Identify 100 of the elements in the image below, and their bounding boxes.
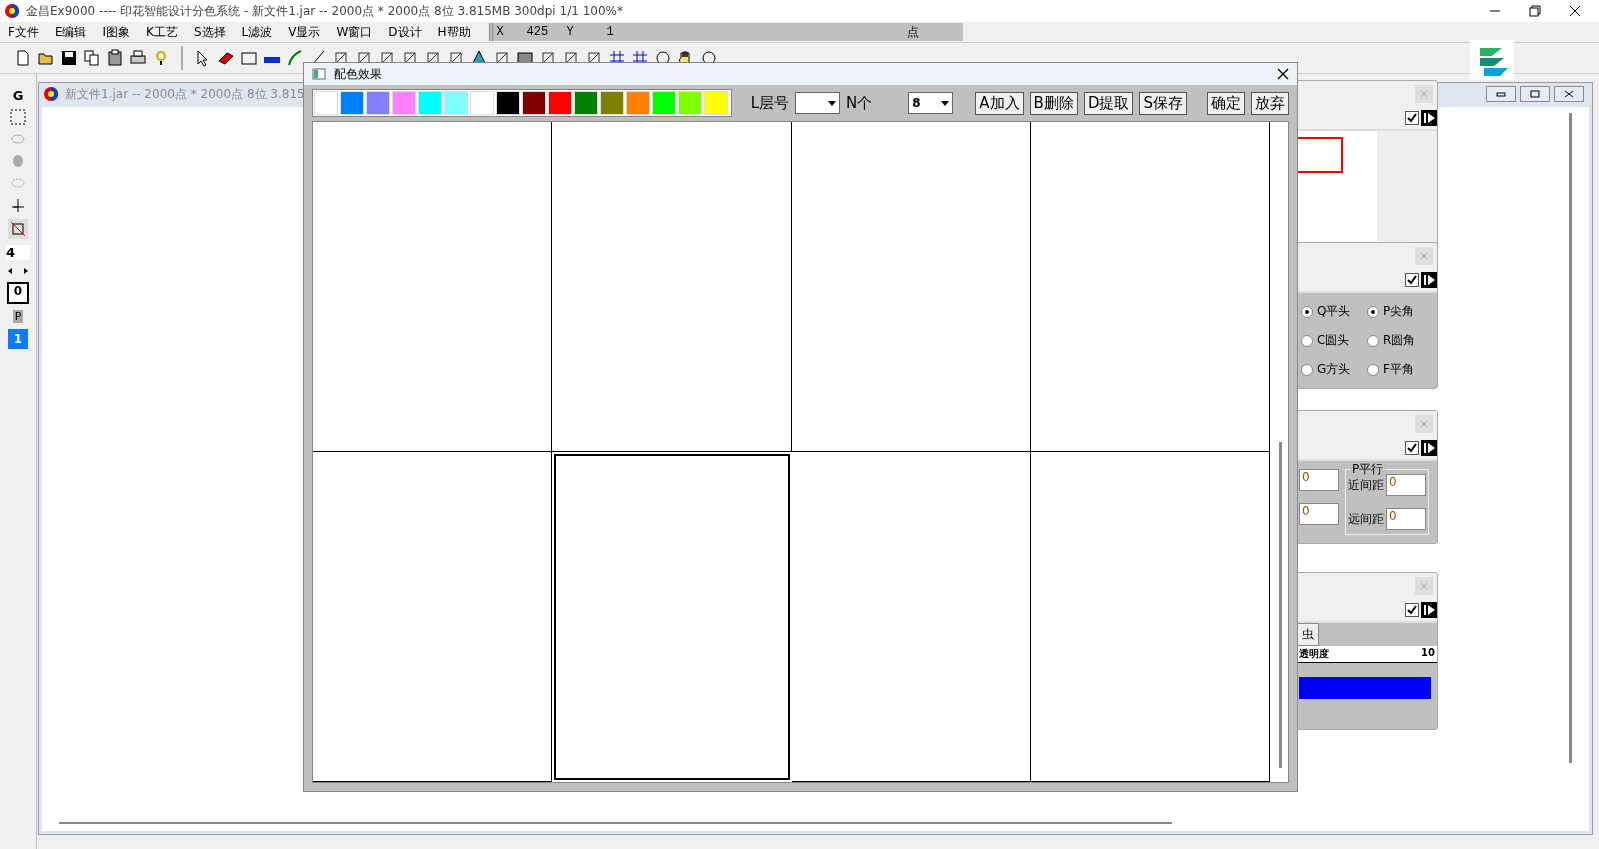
color-cell[interactable] [1030, 452, 1270, 782]
color-swatch[interactable] [314, 91, 340, 115]
field-label: 近间距 [1348, 476, 1384, 494]
menu-item[interactable]: V显示 [280, 23, 329, 41]
count-label: N个 [846, 93, 873, 113]
menu-item[interactable]: L滤波 [233, 23, 281, 41]
menu-item[interactable]: F文件 [0, 23, 47, 41]
color-swatch[interactable] [678, 91, 704, 115]
column-header: 10 [1421, 647, 1435, 660]
checkbox[interactable] [1405, 441, 1419, 455]
paste-icon[interactable] [106, 49, 124, 67]
dialog-icon [312, 68, 326, 80]
maximize-button[interactable] [1520, 86, 1550, 102]
menu-item[interactable]: S选择 [185, 23, 234, 41]
panel-tab[interactable]: 虫 [1297, 623, 1319, 646]
mode-label[interactable]: P [12, 310, 24, 323]
close-icon [1420, 252, 1428, 260]
radio-option[interactable]: F平角 [1367, 361, 1433, 378]
color-cell[interactable] [791, 452, 1031, 782]
dialog-button[interactable]: 确定 [1207, 91, 1245, 115]
color-swatch[interactable] [548, 91, 574, 115]
color-swatch[interactable] [600, 91, 626, 115]
x-value: 425 [526, 25, 550, 39]
scrollbar[interactable] [59, 822, 1172, 824]
menu-item[interactable]: E编辑 [46, 23, 95, 41]
group-label: P平行 [1350, 461, 1386, 478]
play-icon[interactable] [1421, 602, 1437, 618]
curve-icon[interactable] [286, 49, 304, 67]
minimize-button[interactable] [1486, 86, 1516, 102]
rectangle-icon[interactable] [240, 49, 258, 67]
dialog-button[interactable]: S保存 [1139, 91, 1187, 115]
input-field[interactable]: 0 [1386, 474, 1426, 496]
minimize-icon [1496, 91, 1506, 97]
color-swatch[interactable] [444, 91, 470, 115]
selection-icon[interactable] [10, 109, 26, 125]
app-logo-icon [1470, 40, 1514, 80]
color-swatch[interactable] [418, 91, 444, 115]
color-swatch[interactable] [496, 91, 522, 115]
maximize-icon [1530, 90, 1540, 98]
color-swatch[interactable] [652, 91, 678, 115]
input-field[interactable]: 0 [1299, 469, 1339, 491]
field-label: 远间距 [1348, 510, 1384, 528]
menu-item[interactable]: H帮助 [429, 23, 479, 41]
restore-icon[interactable] [1529, 5, 1541, 17]
dialog-button[interactable]: D提取 [1083, 91, 1134, 115]
document-icon [43, 86, 59, 102]
menu-item[interactable]: I图象 [94, 23, 139, 41]
color-cell[interactable] [313, 452, 553, 782]
color-swatch[interactable] [340, 91, 366, 115]
scrollbar[interactable] [1569, 113, 1572, 763]
dialog-button[interactable]: B删除 [1029, 91, 1078, 115]
dialog-button[interactable]: 放弃 [1251, 91, 1289, 115]
scrollbar[interactable] [1279, 442, 1282, 768]
save-icon[interactable] [60, 49, 78, 67]
size-value: 4 [6, 245, 30, 260]
checkbox[interactable] [1405, 603, 1419, 617]
y-value: 1 [606, 25, 615, 39]
close-icon [1420, 582, 1428, 590]
menu-item[interactable]: D设计 [380, 23, 430, 41]
color-swatch[interactable] [626, 91, 652, 115]
print-icon[interactable] [129, 49, 147, 67]
copy-icon[interactable] [83, 49, 101, 67]
tool-label[interactable]: G [12, 88, 24, 103]
layer-dropdown[interactable] [795, 92, 841, 114]
checkbox[interactable] [1405, 111, 1419, 125]
color-cell[interactable] [554, 454, 790, 780]
count-dropdown[interactable]: 8 [908, 92, 954, 114]
color-cell[interactable] [791, 122, 1031, 452]
menu-item[interactable]: W窗口 [328, 23, 381, 41]
menu-item[interactable]: K工艺 [138, 23, 186, 41]
color-swatch[interactable] [366, 91, 392, 115]
close-icon[interactable] [1277, 68, 1289, 80]
close-button[interactable] [1554, 86, 1584, 102]
color-cell[interactable] [1030, 122, 1270, 452]
radio-option[interactable]: P尖角 [1367, 303, 1433, 320]
color-cell[interactable] [552, 122, 792, 452]
input-field[interactable]: 0 [1386, 508, 1426, 530]
column-header: 透明度 [1299, 647, 1329, 661]
radio-option[interactable]: R圆角 [1367, 332, 1433, 349]
color-swatch[interactable] [522, 91, 548, 115]
new-file-icon[interactable] [14, 49, 32, 67]
color-swatch[interactable] [470, 91, 496, 115]
color-swatch[interactable] [574, 91, 600, 115]
close-icon[interactable] [1569, 5, 1581, 17]
crossed-square-icon[interactable] [8, 219, 28, 239]
dialog-button[interactable]: A加入 [975, 91, 1024, 115]
input-field[interactable]: 0 [1299, 503, 1339, 525]
y-label: Y [566, 25, 575, 39]
play-icon[interactable] [1421, 272, 1437, 288]
layer-value: 0 [7, 282, 29, 304]
x-label: X [495, 25, 505, 39]
checkbox[interactable] [1405, 273, 1419, 287]
radio-option[interactable]: C圆头 [1301, 332, 1367, 349]
color-cell[interactable] [313, 122, 553, 452]
radio-option[interactable]: G方头 [1301, 361, 1367, 378]
play-icon[interactable] [1421, 110, 1437, 126]
color-swatch[interactable] [392, 91, 418, 115]
radio-option[interactable]: Q平头 [1301, 303, 1367, 320]
color-swatch[interactable] [704, 91, 730, 115]
play-icon[interactable] [1421, 440, 1437, 456]
